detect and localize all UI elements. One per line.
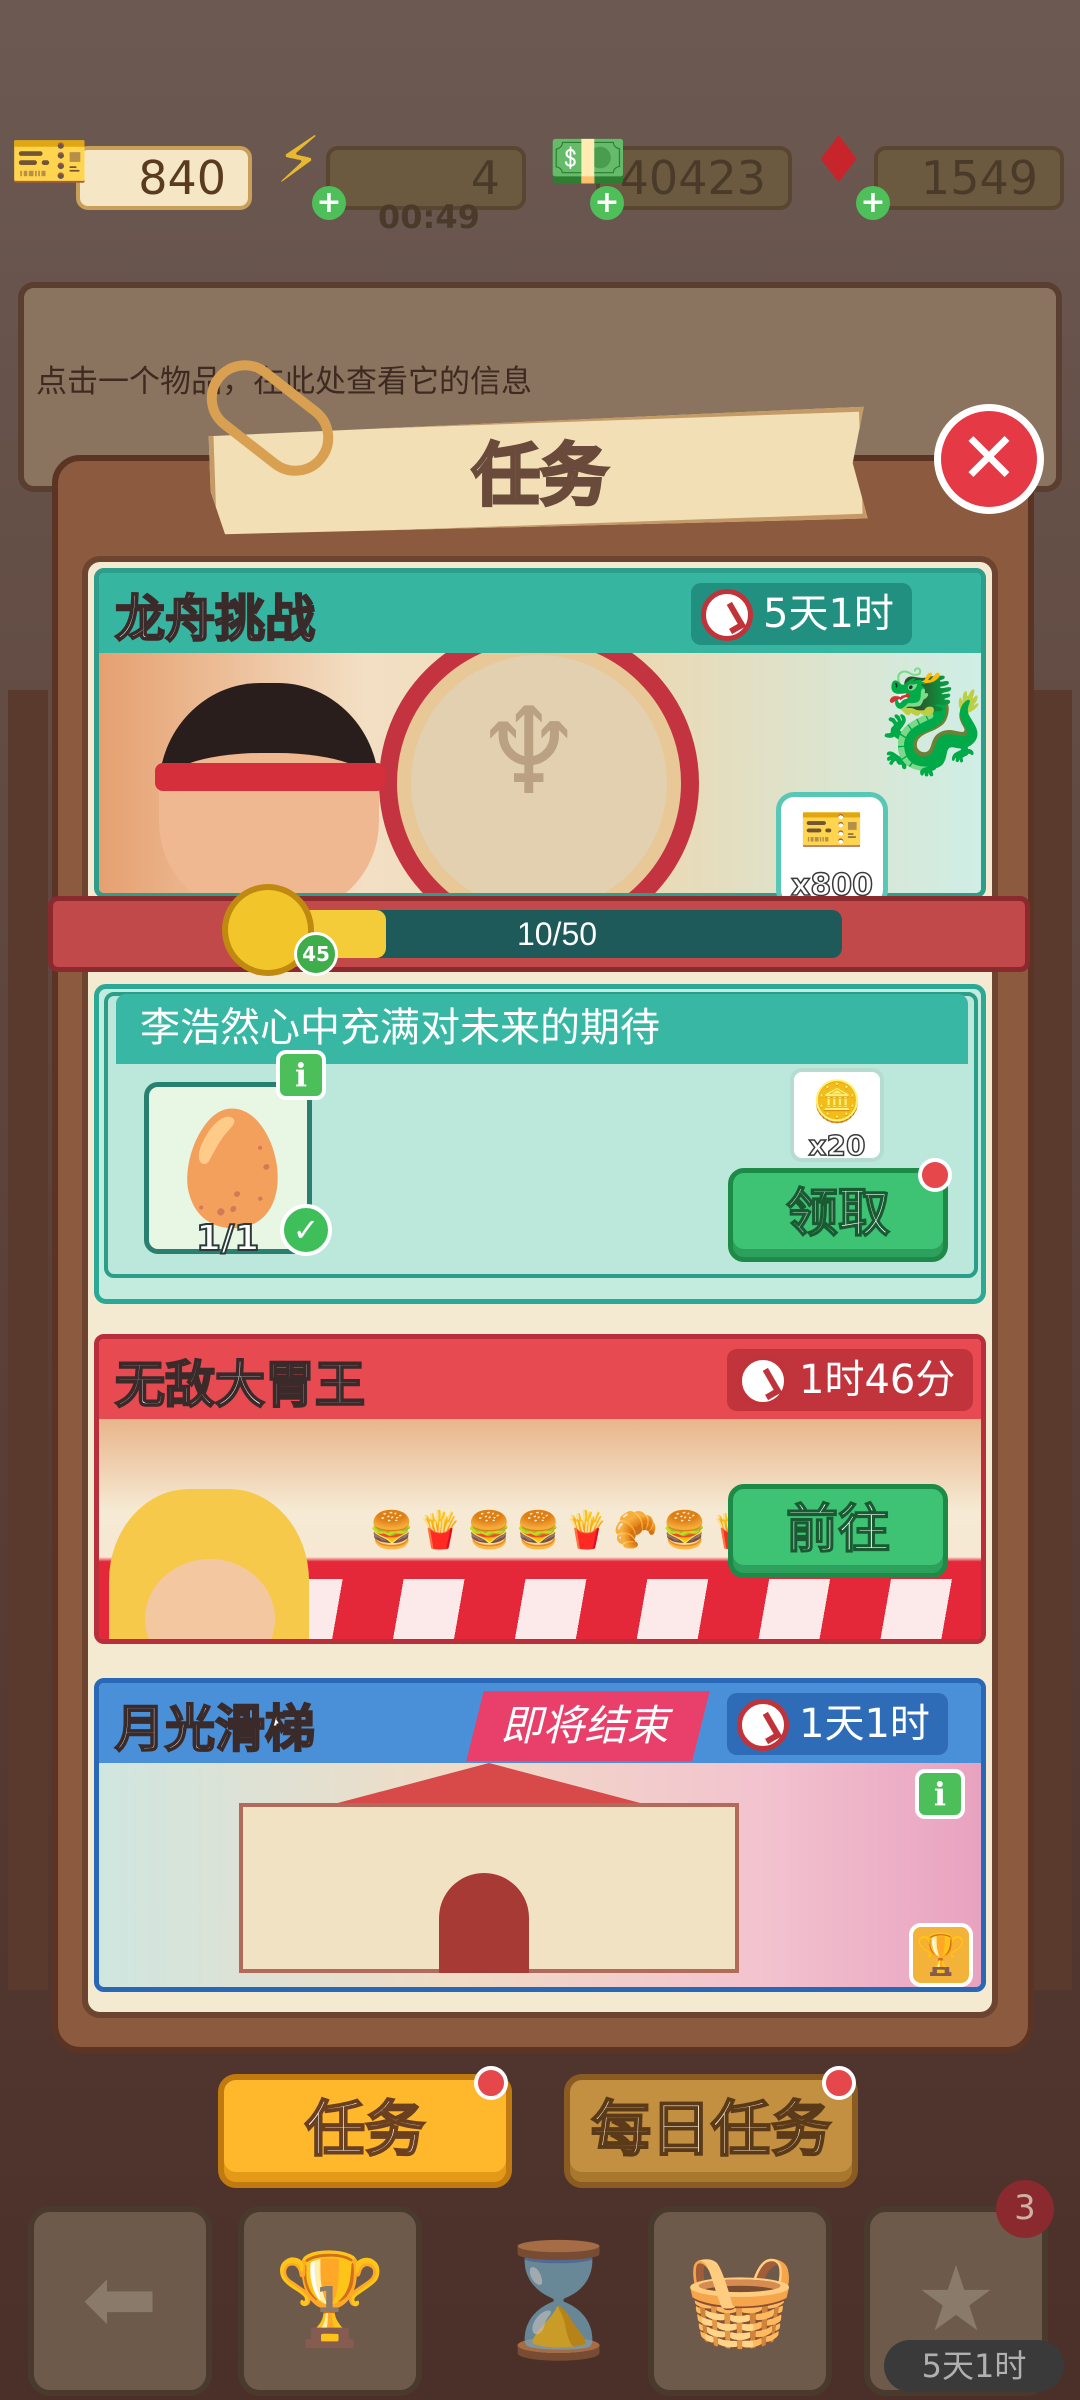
event-title: 龙舟挑战	[114, 589, 316, 649]
food-shelf-icons: 🍔🍟🍔🍔🍟🥐🍔🍟	[369, 1510, 760, 1551]
info-icon: i	[933, 1775, 947, 1813]
dragon-head-icon: 🐉	[869, 663, 986, 780]
go-button[interactable]: 前往	[728, 1484, 948, 1578]
event-timer-pill: 5天1时	[884, 2340, 1064, 2392]
tab-tasks-notification-dot	[474, 2066, 508, 2100]
progress-text: 10/50	[516, 916, 598, 952]
level-badge: 45	[294, 932, 338, 976]
tab-tasks[interactable]: 任务	[218, 2074, 512, 2188]
nav-back-button[interactable]: ⬅	[28, 2206, 212, 2396]
claim-notification-dot	[918, 1158, 952, 1192]
event-title: 无敌大胃王	[114, 1355, 366, 1415]
tab-daily-tasks[interactable]: 每日任务	[564, 2074, 858, 2188]
star-icon: ★	[915, 2247, 997, 2352]
trophy-button[interactable]: 🏆	[909, 1923, 973, 1987]
clock-icon	[701, 589, 753, 641]
required-item-count: 1/1	[195, 1217, 260, 1260]
nav-basket-button[interactable]: 🧺	[648, 2206, 832, 2396]
subtask-title: 李浩然心中充满对未来的期待	[140, 1005, 660, 1051]
arrow-left-icon: ⬅	[82, 2247, 158, 2352]
trophy-count: 1	[316, 2280, 342, 2321]
event-banner-moonlight-slide: i 🏆	[99, 1763, 981, 1987]
dragon-emblem-icon: ♆	[475, 683, 583, 822]
clock-icon	[737, 1355, 789, 1407]
check-icon: ✓	[280, 1204, 332, 1256]
subtask-reward-qty: x20	[808, 1128, 867, 1163]
tickets-counter[interactable]: 840	[76, 146, 252, 210]
event-title: 月光滑梯	[114, 1699, 316, 1759]
gems-counter[interactable]: 1549	[874, 146, 1064, 210]
milestone-reward[interactable]: 🎫 x800	[776, 792, 888, 908]
close-button[interactable]: ✕	[934, 404, 1044, 514]
subtask-reward[interactable]: 🪙 x20	[790, 1068, 884, 1163]
ticket-icon: 🎫	[10, 125, 90, 199]
event-coin-icon: 🪙	[812, 1079, 862, 1125]
dialog-title: 任务	[470, 436, 609, 518]
clock-icon	[737, 1699, 789, 1751]
headband-image	[155, 763, 385, 791]
add-cash-icon[interactable]: +	[590, 186, 624, 220]
event-info-button[interactable]: i	[915, 1769, 965, 1819]
lightning-icon: ⚡	[276, 124, 321, 198]
door-image	[439, 1873, 529, 1973]
event-timer-text: 1时46分	[799, 1357, 956, 1403]
info-icon: i	[294, 1056, 308, 1094]
hourglass-icon[interactable]: ⌛	[490, 2236, 627, 2365]
event-card-moonlight-slide[interactable]: i 🏆 月光滑梯 即将结束 1天1时	[94, 1678, 986, 1992]
close-icon[interactable]: ✕	[960, 417, 1019, 499]
add-energy-icon[interactable]: +	[312, 186, 346, 220]
ending-soon-badge: 即将结束	[466, 1691, 710, 1761]
add-gems-icon[interactable]: +	[856, 186, 890, 220]
energy-timer: 00:49	[378, 198, 480, 236]
salted-egg-icon: 🥚	[164, 1104, 301, 1232]
star-badge-count: 3	[996, 2180, 1054, 2238]
event-timer: 1时46分	[727, 1349, 974, 1411]
ticket-icon: 🎫	[799, 800, 865, 860]
basket-icon: 🧺	[683, 2247, 797, 2352]
tab-daily-notification-dot	[822, 2066, 856, 2100]
event-timer: 1天1时	[727, 1693, 948, 1755]
claim-button[interactable]: 领取	[728, 1168, 948, 1262]
event-timer-text: 1天1时	[799, 1701, 930, 1747]
trophy-icon: 🏆	[916, 1932, 966, 1978]
event-timer: 5天1时	[691, 583, 912, 645]
gem-icon: ♦	[810, 124, 868, 198]
item-info-button[interactable]: i	[276, 1050, 326, 1100]
background-right-edge	[1032, 690, 1072, 1990]
event-timer-text: 5天1时	[763, 591, 894, 637]
background-left-edge	[8, 690, 48, 1990]
